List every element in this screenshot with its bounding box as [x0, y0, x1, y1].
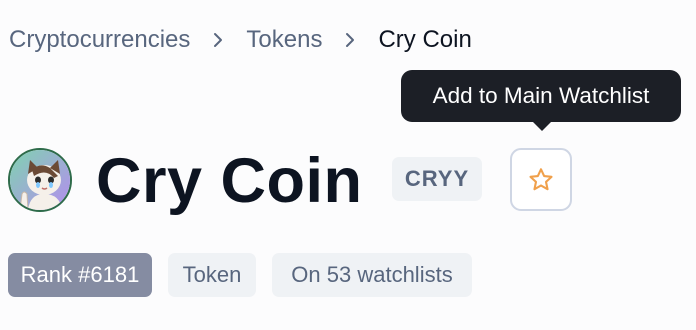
watchlist-tooltip: Add to Main Watchlist	[401, 70, 681, 122]
breadcrumb-current: Cry Coin	[378, 26, 472, 53]
coin-name: Cry Coin	[96, 146, 363, 216]
coin-symbol-badge: CRYY	[392, 157, 482, 201]
chevron-right-icon	[322, 24, 378, 56]
breadcrumb-link-cryptocurrencies[interactable]: Cryptocurrencies	[9, 26, 190, 54]
coin-avatar	[8, 148, 72, 212]
cat-coin-logo-icon	[10, 150, 70, 210]
breadcrumb-link-tokens[interactable]: Tokens	[246, 26, 322, 54]
token-type-tag[interactable]: Token	[168, 253, 256, 297]
star-outline-icon	[529, 167, 553, 190]
rank-badge: Rank #6181	[8, 253, 152, 297]
watchlist-count-tag: On 53 watchlists	[272, 253, 472, 297]
coin-header-page: Cryptocurrencies Tokens Cry Coin Add to …	[0, 0, 696, 330]
tooltip-arrow	[532, 121, 552, 131]
chevron-right-icon	[190, 24, 246, 56]
breadcrumb: Cryptocurrencies Tokens Cry Coin	[9, 24, 472, 56]
add-to-watchlist-button[interactable]	[510, 148, 572, 211]
